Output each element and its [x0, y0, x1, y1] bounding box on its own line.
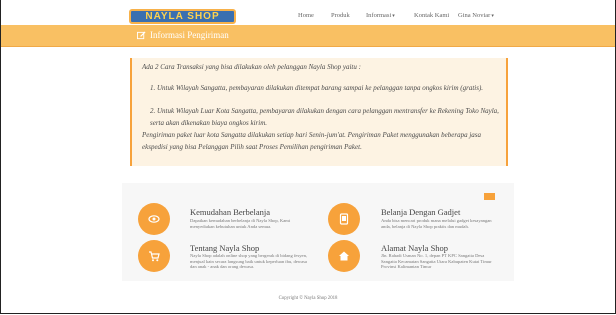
window-border: [0, 0, 616, 314]
